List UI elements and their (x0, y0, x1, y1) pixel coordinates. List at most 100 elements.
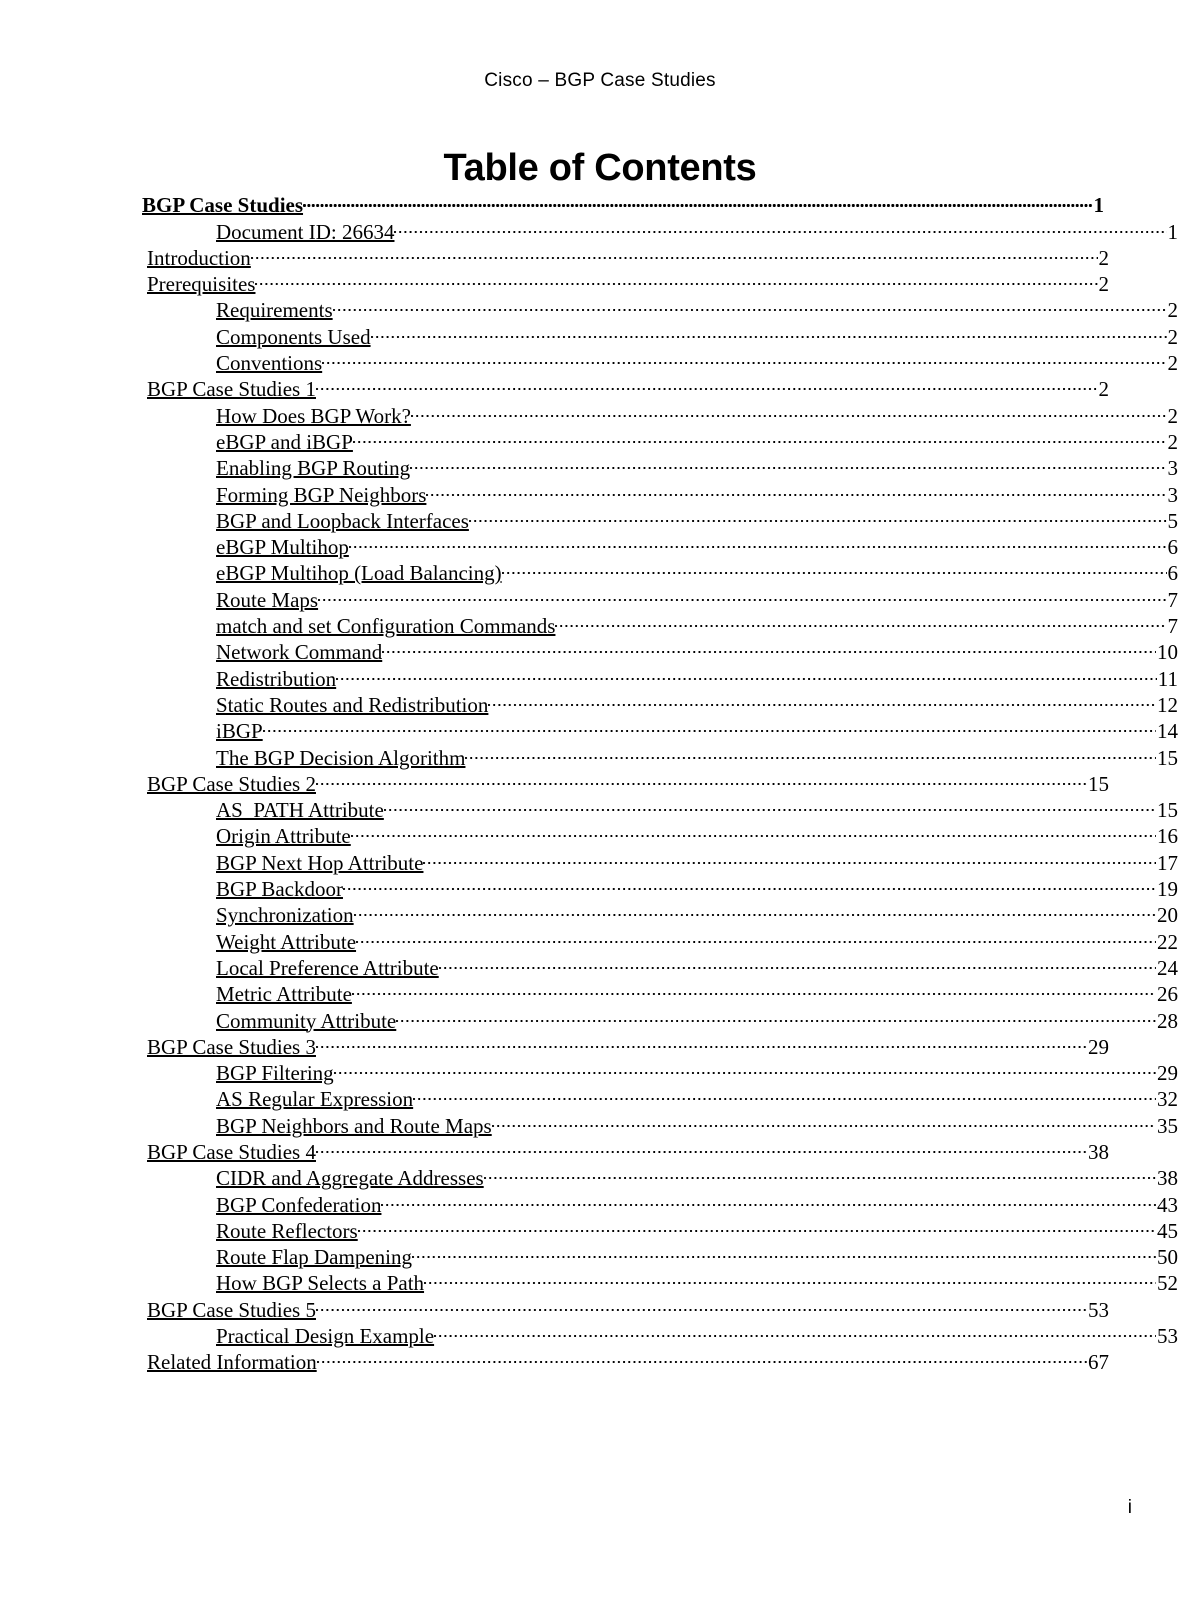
toc-entry-page-number: 20 (1157, 903, 1178, 928)
toc-leader-dots (352, 423, 1167, 449)
toc-entry-page-number: 6 (1167, 561, 1179, 586)
toc-entry-label[interactable]: Prerequisites (147, 271, 255, 297)
toc-entry-page-number: 2 (1167, 429, 1179, 454)
toc-leader-dots (353, 896, 1156, 922)
toc-entry-label[interactable]: BGP Filtering (216, 1060, 334, 1086)
toc-entry-label[interactable]: Forming BGP Neighbors (216, 482, 426, 508)
toc-leader-dots (370, 317, 1167, 343)
toc-entry-page-number: 2 (1167, 298, 1179, 323)
toc-entry-page-number: 43 (1157, 1192, 1178, 1217)
toc-entry-label[interactable]: Route Reflectors (216, 1218, 358, 1244)
toc-entry-page-number: 29 (1157, 1061, 1178, 1086)
toc-leader-dots (336, 659, 1157, 685)
toc-entry-label[interactable]: eBGP and iBGP (216, 429, 353, 455)
toc-entry-label[interactable]: Requirements (216, 297, 333, 323)
toc-entry[interactable]: Prerequisites 2 (142, 265, 1109, 296)
toc-entry-page-number: 52 (1157, 1271, 1178, 1296)
toc-entry-label[interactable]: BGP Case Studies 5 (147, 1297, 316, 1323)
toc-entry-page-number: 26 (1157, 982, 1178, 1007)
toc-entry-label[interactable]: AS Regular Expression (216, 1086, 413, 1112)
toc-entry[interactable]: iBGP 14 (142, 712, 1178, 743)
toc-leader-dots (250, 239, 1098, 265)
toc-entry-label[interactable]: Related Information (147, 1349, 317, 1375)
running-header: Cisco – BGP Case Studies (484, 70, 716, 91)
toc-leader-dots (255, 265, 1098, 291)
toc-entry-label[interactable]: Route Maps (216, 587, 318, 613)
toc-entry-label[interactable]: Introduction (147, 245, 251, 271)
document-page: Cisco – BGP Case Studies Table of Conten… (0, 0, 1200, 1598)
toc-entry-page-number: 28 (1157, 1008, 1178, 1033)
toc-entry-label[interactable]: Redistribution (216, 666, 336, 692)
toc-leader-dots (315, 765, 1087, 791)
toc-leader-dots (483, 1159, 1156, 1185)
toc-entry-page-number: 17 (1157, 850, 1178, 875)
toc-entry[interactable]: The BGP Decision Algorithm 15 (142, 738, 1178, 770)
toc-leader-dots (488, 686, 1156, 712)
toc-leader-dots (413, 1080, 1156, 1106)
toc-leader-dots (315, 370, 1098, 396)
toc-entry-page-number: 14 (1157, 719, 1178, 744)
toc-entry[interactable]: Introduction 2 (142, 239, 1109, 270)
toc-leader-dots (411, 1238, 1156, 1264)
toc-entry-label[interactable]: BGP Confederation (216, 1192, 381, 1218)
toc-entry-page-number: 2 (1167, 403, 1179, 428)
toc-entry-page-number: 24 (1157, 955, 1178, 980)
toc-leader-dots (315, 1028, 1087, 1054)
toc-leader-dots (356, 922, 1156, 948)
toc-leader-dots (333, 1054, 1156, 1080)
toc-entry-page-number: 6 (1167, 535, 1179, 560)
toc-entry-page-number: 32 (1157, 1087, 1178, 1112)
toc-entry-page-number: 16 (1157, 824, 1178, 849)
toc-entry-page-number: 2 (1167, 351, 1179, 376)
toc-entry-label[interactable]: Weight Attribute (216, 929, 356, 955)
toc-leader-dots (332, 291, 1167, 317)
toc-entry-page-number: 22 (1157, 929, 1178, 954)
toc-entry-label[interactable]: BGP Backdoor (216, 876, 343, 902)
page-title: Table of Contents (443, 147, 757, 190)
toc-leader-dots (357, 1212, 1156, 1238)
toc-entry-label[interactable]: iBGP (216, 718, 263, 744)
toc-leader-dots (465, 738, 1156, 764)
toc-leader-dots (315, 1290, 1087, 1316)
toc-entry-page-number: 5 (1167, 508, 1179, 533)
toc-entry-page-number: 11 (1157, 666, 1178, 691)
toc-entry[interactable]: BGP Case Studies 1 (142, 186, 1104, 217)
toc-entry-page-number: 2 (1167, 324, 1179, 349)
toc-leader-dots (468, 502, 1167, 528)
page-folio: i (1127, 1497, 1132, 1518)
toc-leader-dots (555, 607, 1167, 633)
toc-leader-dots (426, 475, 1167, 501)
toc-leader-dots (382, 633, 1156, 659)
toc-leader-dots (342, 870, 1156, 896)
toc-entry-label[interactable]: BGP Case Studies 4 (147, 1139, 316, 1165)
toc-leader-dots (501, 554, 1167, 580)
toc-leader-dots (396, 1001, 1156, 1027)
toc-leader-dots (381, 1185, 1156, 1211)
toc-entry-page-number: 7 (1167, 614, 1179, 639)
toc-entry-label[interactable]: Origin Attribute (216, 823, 351, 849)
toc-leader-dots (394, 212, 1167, 238)
toc-entry-label[interactable]: BGP Case Studies (142, 192, 303, 218)
toc-leader-dots (383, 791, 1156, 817)
toc-entry-label[interactable]: BGP Case Studies 2 (147, 771, 316, 797)
toc-entry-label[interactable]: BGP Case Studies 3 (147, 1034, 316, 1060)
toc-entry-page-number: 67 (1088, 1350, 1109, 1375)
toc-leader-dots (262, 712, 1156, 738)
toc-leader-dots (423, 843, 1156, 869)
toc-entry-page-number: 50 (1157, 1245, 1178, 1270)
toc-entry-label[interactable]: Conventions (216, 350, 322, 376)
toc-leader-dots (351, 975, 1156, 1001)
toc-entry-label[interactable]: BGP Case Studies 1 (147, 376, 316, 402)
toc-entry-label[interactable]: Route Flap Dampening (216, 1244, 412, 1270)
toc-entry-page-number: 35 (1157, 1113, 1178, 1138)
toc-leader-dots (410, 396, 1167, 422)
toc-entry-page-number: 3 (1167, 456, 1179, 481)
toc-entry-page-number: 12 (1157, 692, 1178, 717)
toc-entry-label[interactable]: Synchronization (216, 902, 354, 928)
toc-leader-dots (318, 580, 1167, 606)
toc-entry-label[interactable]: eBGP Multihop (216, 534, 349, 560)
toc-entry-label[interactable]: Metric Attribute (216, 981, 352, 1007)
toc-leader-dots (491, 1106, 1156, 1132)
toc-entry[interactable]: Requirements 2 (142, 291, 1178, 322)
toc-entry-label[interactable]: Enabling BGP Routing (216, 455, 410, 481)
